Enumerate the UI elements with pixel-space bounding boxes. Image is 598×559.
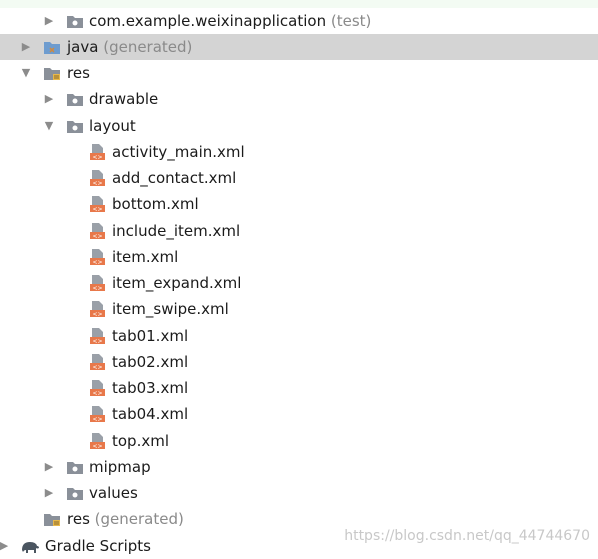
collapsed-arrow-icon[interactable]: ▶ — [43, 8, 55, 34]
tree-row-label: bottom.xml — [112, 195, 199, 213]
xml-file-icon: <> — [89, 196, 107, 212]
xml-file-icon: <> — [89, 433, 107, 449]
package-folder-icon — [66, 13, 84, 29]
tree-row-label: mipmap — [89, 458, 151, 476]
folder-icon — [66, 91, 84, 107]
folder-icon — [66, 459, 84, 475]
tree-row-suffix: (generated) — [94, 510, 184, 528]
svg-text:<>: <> — [92, 154, 102, 160]
xml-file-icon: <> — [89, 223, 107, 239]
expanded-arrow-icon[interactable]: ▼ — [20, 60, 32, 86]
svg-text:<>: <> — [92, 390, 102, 396]
java-source-folder-icon — [43, 39, 61, 55]
tree-row-label: activity_main.xml — [112, 143, 245, 161]
watermark: https://blog.csdn.net/qq_44744670 — [344, 528, 590, 544]
collapsed-arrow-icon[interactable]: ▶ — [0, 533, 10, 559]
svg-text:<>: <> — [92, 364, 102, 370]
tree-row-label: Gradle Scripts — [45, 537, 151, 555]
tree-row-java-generated[interactable]: ▶ java (generated) — [0, 34, 598, 60]
svg-text:<>: <> — [92, 233, 102, 239]
tree-row-layout[interactable]: ▼ layout — [0, 113, 598, 139]
tree-row-xml-file[interactable]: <> tab01.xml — [0, 323, 598, 349]
folder-icon — [66, 485, 84, 501]
svg-text:<>: <> — [92, 180, 102, 186]
tree-row-label: tab03.xml — [112, 379, 189, 397]
tree-row-label: tab02.xml — [112, 353, 189, 371]
tree-row-xml-file[interactable]: <> tab02.xml — [0, 349, 598, 375]
xml-file-icon: <> — [89, 144, 107, 160]
tree-row-label: top.xml — [112, 432, 170, 450]
xml-file-icon: <> — [89, 249, 107, 265]
tree-row-xml-file[interactable]: <> bottom.xml — [0, 191, 598, 217]
resource-folder-icon — [43, 65, 61, 81]
collapsed-arrow-icon[interactable]: ▶ — [43, 480, 55, 506]
tree-row-label: res — [67, 64, 90, 82]
tree-row-xml-file[interactable]: <> item_expand.xml — [0, 270, 598, 296]
tree-row-label: item.xml — [112, 248, 179, 266]
svg-text:<>: <> — [92, 311, 102, 317]
svg-text:<>: <> — [92, 416, 102, 422]
tree-row-xml-file[interactable]: <> activity_main.xml — [0, 139, 598, 165]
expanded-arrow-icon[interactable]: ▼ — [43, 113, 55, 139]
tree-row-label: item_swipe.xml — [112, 300, 229, 318]
gradle-elephant-icon — [20, 538, 39, 554]
tree-row-label: tab04.xml — [112, 405, 189, 423]
tree-row-values[interactable]: ▶ values — [0, 480, 598, 506]
tree-row-mipmap[interactable]: ▶ mipmap — [0, 454, 598, 480]
tree-row-xml-file[interactable]: <> top.xml — [0, 428, 598, 454]
tree-row-label: res — [67, 510, 90, 528]
tree-row-label: item_expand.xml — [112, 274, 242, 292]
xml-file-icon: <> — [89, 301, 107, 317]
tree-row-res[interactable]: ▼ res — [0, 60, 598, 86]
tree-row-xml-file[interactable]: <> add_contact.xml — [0, 165, 598, 191]
tree-row-suffix: (test) — [330, 12, 372, 30]
svg-text:<>: <> — [92, 443, 102, 449]
xml-file-icon: <> — [89, 170, 107, 186]
tree-row-xml-file[interactable]: <> include_item.xml — [0, 218, 598, 244]
svg-text:<>: <> — [92, 285, 102, 291]
tree-row-cut-top — [0, 0, 598, 8]
collapsed-arrow-icon[interactable]: ▶ — [43, 454, 55, 480]
resource-folder-icon — [43, 511, 61, 527]
tree-row-label: values — [89, 484, 138, 502]
tree-row-label: com.example.weixinapplication — [89, 12, 327, 30]
tree-row-label: include_item.xml — [112, 222, 241, 240]
xml-file-icon: <> — [89, 406, 107, 422]
tree-row-xml-file[interactable]: <> item_swipe.xml — [0, 296, 598, 322]
tree-row-xml-file[interactable]: <> tab04.xml — [0, 401, 598, 427]
xml-file-icon: <> — [89, 328, 107, 344]
xml-file-icon: <> — [89, 354, 107, 370]
tree-row-suffix: (generated) — [103, 38, 193, 56]
svg-text:<>: <> — [92, 206, 102, 212]
tree-row-xml-file[interactable]: <> tab03.xml — [0, 375, 598, 401]
collapsed-arrow-icon[interactable]: ▶ — [43, 86, 55, 112]
tree-row-label: java — [67, 38, 99, 56]
tree-row-label: add_contact.xml — [112, 169, 237, 187]
project-tree: ▶ com.example.weixinapplication (test) ▶… — [0, 0, 598, 555]
tree-row-label: drawable — [89, 90, 159, 108]
tree-row-drawable[interactable]: ▶ drawable — [0, 86, 598, 112]
xml-file-icon: <> — [89, 275, 107, 291]
tree-row-label: tab01.xml — [112, 327, 189, 345]
xml-file-icon: <> — [89, 380, 107, 396]
collapsed-arrow-icon[interactable]: ▶ — [20, 34, 32, 60]
svg-text:<>: <> — [92, 338, 102, 344]
svg-text:<>: <> — [92, 259, 102, 265]
tree-row-xml-file[interactable]: <> item.xml — [0, 244, 598, 270]
tree-row-test-package[interactable]: ▶ com.example.weixinapplication (test) — [0, 8, 598, 34]
folder-icon — [66, 118, 84, 134]
tree-row-label: layout — [89, 117, 136, 135]
